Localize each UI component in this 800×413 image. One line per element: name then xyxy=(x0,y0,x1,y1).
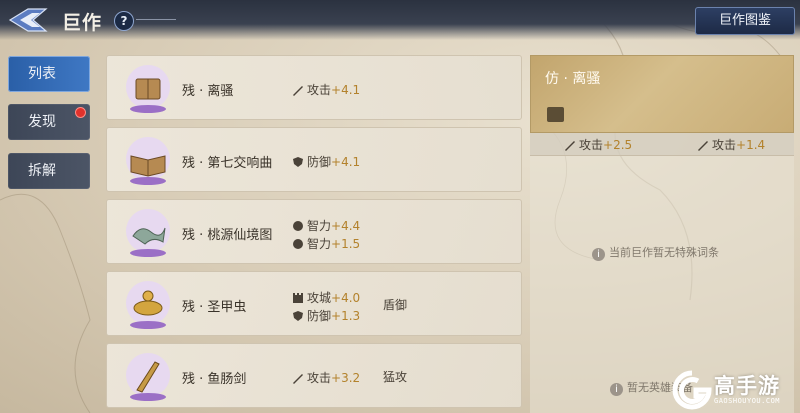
scarab-icon xyxy=(126,281,170,329)
info-icon: i xyxy=(592,248,605,261)
item-name: 残 · 鱼肠剑 xyxy=(182,372,247,387)
stat-row: 攻击+2.5 xyxy=(564,136,632,153)
tab-list[interactable]: 列表 xyxy=(8,56,90,92)
no-special-text: i 当前巨作暂无特殊词条 xyxy=(592,244,719,261)
item-name: 残 · 第七交响曲 xyxy=(182,156,273,171)
sword-icon xyxy=(698,141,708,151)
page-title: 巨作 xyxy=(62,12,103,34)
tower-icon xyxy=(293,293,303,303)
trait-tag: 盾御 xyxy=(383,298,408,312)
tab-label: 列表 xyxy=(28,66,56,82)
detail-panel: 仿 · 离骚 攻击+2.5 攻击+1.4 i 当前巨作暂无特殊词条 i 暂无英雄装备 xyxy=(530,55,794,413)
shield-icon xyxy=(293,311,303,321)
stat-row: 防御+4.1 xyxy=(292,153,360,170)
stat-row: 智力+4.4 xyxy=(292,217,360,234)
list-item[interactable]: 残 · 鱼肠剑 攻击+3.2 猛攻 xyxy=(106,343,522,408)
trait-tag: 猛攻 xyxy=(383,370,408,384)
item-name: 残 · 桃源仙境图 xyxy=(182,228,273,243)
detail-title: 仿 · 离骚 xyxy=(545,71,601,87)
stat-row: 智力+1.5 xyxy=(292,235,360,252)
catalog-button[interactable]: 巨作图鉴 xyxy=(695,7,795,35)
detail-stats: 攻击+2.5 攻击+1.4 xyxy=(530,133,794,156)
watermark-text: 高手游 xyxy=(714,374,780,398)
stat-row: 攻击+1.4 xyxy=(697,136,765,153)
brain-icon xyxy=(293,239,303,249)
shield-icon xyxy=(293,157,303,167)
item-name: 残 · 离骚 xyxy=(182,84,234,99)
watermark-logo-icon xyxy=(672,370,712,410)
scroll-book-icon xyxy=(126,65,170,113)
book-icon xyxy=(547,107,564,122)
stat-row: 防御+1.3 xyxy=(292,307,360,324)
dagger-icon xyxy=(126,353,170,401)
watermark-url: GAOSHOUYOU.COM xyxy=(714,397,781,405)
tab-label: 发现 xyxy=(28,114,56,130)
painting-icon xyxy=(126,209,170,257)
sword-icon xyxy=(293,86,303,96)
divider xyxy=(136,19,176,20)
brain-icon xyxy=(293,221,303,231)
list-item[interactable]: 残 · 第七交响曲 防御+4.1 xyxy=(106,127,522,192)
watermark: 高手游 GAOSHOUYOU.COM xyxy=(672,368,798,412)
back-icon[interactable] xyxy=(6,4,54,36)
list-item[interactable]: 残 · 离骚 攻击+4.1 xyxy=(106,55,522,120)
stat-row: 攻城+4.0 xyxy=(292,289,360,306)
list-item[interactable]: 残 · 圣甲虫 攻城+4.0 防御+1.3 盾御 xyxy=(106,271,522,336)
tab-dismantle[interactable]: 拆解 xyxy=(8,153,90,189)
sword-icon xyxy=(293,374,303,384)
tab-label: 拆解 xyxy=(28,163,56,179)
top-bar: 巨作 ? 巨作图鉴 xyxy=(0,0,800,40)
item-name: 残 · 圣甲虫 xyxy=(182,300,247,315)
stat-row: 攻击+3.2 xyxy=(292,369,360,386)
notification-dot xyxy=(75,107,86,118)
detail-header: 仿 · 离骚 xyxy=(530,55,794,133)
tab-discover[interactable]: 发现 xyxy=(8,104,90,140)
info-icon: i xyxy=(610,383,623,396)
list-item[interactable]: 残 · 桃源仙境图 智力+4.4 智力+1.5 xyxy=(106,199,522,264)
stat-row: 攻击+4.1 xyxy=(292,81,360,98)
help-icon[interactable]: ? xyxy=(114,11,134,31)
open-book-icon xyxy=(126,137,170,185)
item-list: 残 · 离骚 攻击+4.1 残 · 第七交响曲 防御+4.1 残 · 桃源仙境图… xyxy=(106,55,522,413)
sword-icon xyxy=(565,141,575,151)
